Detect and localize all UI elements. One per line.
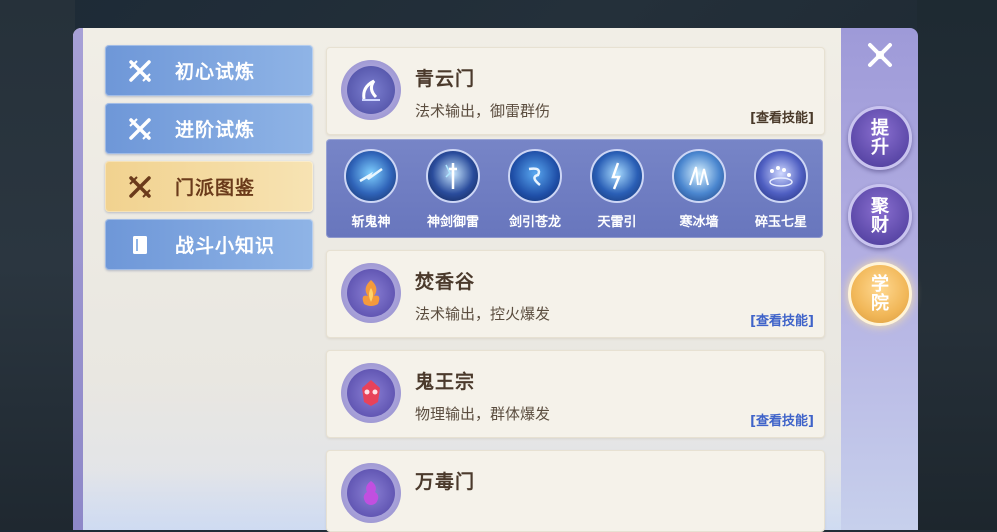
sidebar-item-beginner-trial[interactable]: 初心试炼 (105, 45, 313, 96)
close-button[interactable] (861, 36, 899, 74)
sect-name: 鬼王宗 (415, 371, 476, 393)
rail-button-label: 聚财 (871, 196, 889, 236)
rail-button-upgrade[interactable]: 提升 (848, 106, 912, 170)
sect-name: 万毒门 (415, 471, 476, 493)
panel-left-edge (73, 28, 83, 530)
rail-button-label: 学院 (871, 274, 889, 314)
rail-button-label: 提升 (871, 118, 889, 158)
skill-item[interactable]: 斩鬼神 (330, 149, 412, 230)
sect-card-wandu[interactable]: 万毒门 (326, 450, 825, 532)
skill-item[interactable]: 天雷引 (576, 149, 658, 230)
sidebar-item-label: 门派图鉴 (175, 177, 256, 199)
view-skills-link[interactable]: [查看技能] (750, 410, 814, 429)
skill-list-panel: 斩鬼神 神剑御雷 剑引苍龙 天雷引 寒冰墙 碎玉七星 (326, 139, 823, 238)
sect-name: 青云门 (415, 68, 476, 90)
sidebar-item-label: 战斗小知识 (175, 235, 276, 257)
view-skills-link[interactable]: [查看技能] (750, 310, 814, 329)
skill-item[interactable]: 神剑御雷 (412, 149, 494, 230)
rail-button-wealth[interactable]: 聚财 (848, 184, 912, 248)
crossed-swords-icon (105, 58, 175, 84)
view-skills-link[interactable]: [查看技能] (750, 107, 814, 126)
seven-stars-icon (754, 149, 808, 203)
rail-button-academy[interactable]: 学院 (848, 262, 912, 326)
skill-name: 碎玉七星 (754, 215, 807, 230)
skill-name: 天雷引 (597, 215, 637, 230)
background-left (0, 0, 75, 530)
sect-desc: 物理输出，群体爆发 (415, 405, 551, 423)
background-right (917, 0, 997, 530)
sect-card-qingyun[interactable]: 青云门 法术输出，御雷群伤 [查看技能] (326, 47, 825, 135)
sidebar-item-label: 进阶试炼 (175, 119, 256, 141)
blue-dragon-icon (508, 149, 562, 203)
thunder-bolt-icon (590, 149, 644, 203)
sect-desc: 法术输出，御雷群伤 (415, 102, 551, 120)
crossed-swords-icon (105, 174, 175, 200)
sect-desc: 法术输出，控火爆发 (415, 305, 551, 323)
lightning-sword-icon (426, 149, 480, 203)
sidebar-item-combat-tips[interactable]: 战斗小知识 (105, 219, 313, 270)
ice-wall-icon (672, 149, 726, 203)
guiwang-emblem-icon (341, 363, 401, 423)
skill-name: 神剑御雷 (426, 215, 479, 230)
close-icon (868, 43, 892, 67)
qingyun-emblem-icon (341, 60, 401, 120)
skill-name: 寒冰墙 (679, 215, 719, 230)
book-icon (105, 234, 175, 256)
sect-name: 焚香谷 (415, 271, 476, 293)
sidebar-item-label: 初心试炼 (175, 61, 256, 83)
skill-name: 剑引苍龙 (508, 215, 561, 230)
wandu-emblem-icon (341, 463, 401, 523)
sidebar-item-sect-codex[interactable]: 门派图鉴 (105, 161, 313, 212)
crossed-swords-icon (105, 116, 175, 142)
skill-item[interactable]: 寒冰墙 (658, 149, 740, 230)
sect-card-fenxiang[interactable]: 焚香谷 法术输出，控火爆发 [查看技能] (326, 250, 825, 338)
lightning-slash-icon (344, 149, 398, 203)
sidebar-item-advanced-trial[interactable]: 进阶试炼 (105, 103, 313, 154)
skill-item[interactable]: 碎玉七星 (740, 149, 822, 230)
skill-item[interactable]: 剑引苍龙 (494, 149, 576, 230)
skill-name: 斩鬼神 (351, 215, 391, 230)
sect-card-guiwang[interactable]: 鬼王宗 物理输出，群体爆发 [查看技能] (326, 350, 825, 438)
fenxiang-emblem-icon (341, 263, 401, 323)
